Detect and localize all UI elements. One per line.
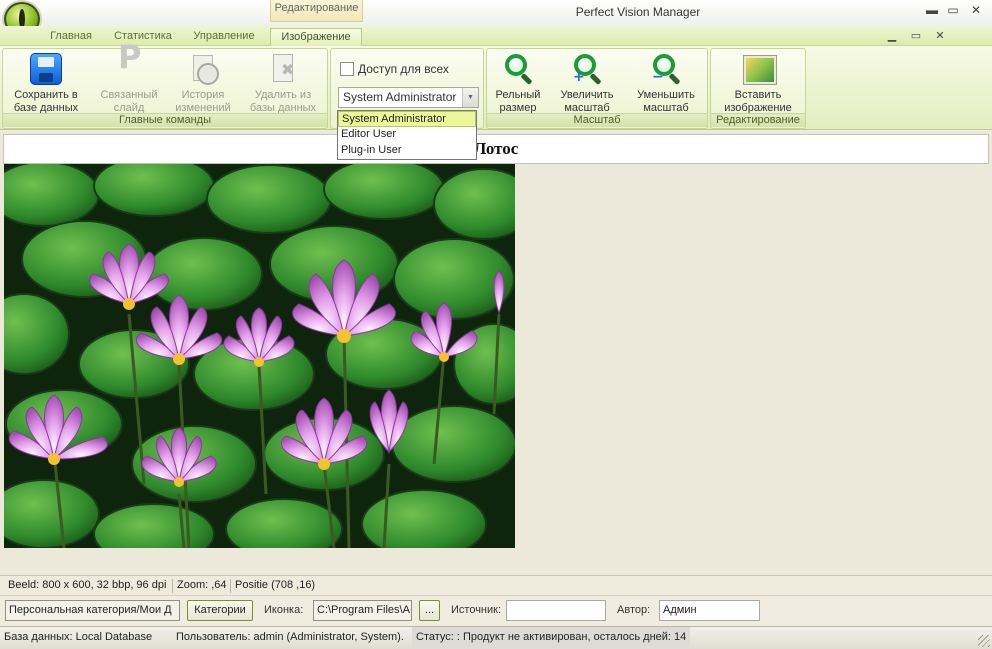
title-bar: Редактирование Perfect Vision Manager ▬ … xyxy=(0,0,992,36)
insert-picture-label: Вставить изображение xyxy=(724,89,792,114)
zoom-info: Zoom: ,64 xyxy=(177,579,227,591)
user-select[interactable]: System Administrator ▼ xyxy=(338,87,479,108)
ribbon: Сохранить в базе данных Связанный слайд … xyxy=(0,46,992,130)
browse-icon-button[interactable]: ... xyxy=(419,600,440,621)
delete-icon xyxy=(267,53,299,85)
main-commands-group-label: Главные команды xyxy=(3,113,327,127)
icon-label: Иконка: xyxy=(264,604,304,616)
minimize-window-button[interactable]: ▬ xyxy=(922,2,942,18)
main-commands-group: Сохранить в базе данных Связанный слайд … xyxy=(2,48,328,129)
properties-bar: Персональная категория/Мои Д Категории И… xyxy=(0,595,992,626)
tab-management[interactable]: Управление xyxy=(186,28,262,46)
categories-button[interactable]: Категории xyxy=(187,600,253,621)
zoom-out-button[interactable]: − Уменьшить масштаб xyxy=(627,51,705,115)
actual-size-button[interactable]: Рельный размер xyxy=(489,51,547,115)
save-icon xyxy=(30,53,62,85)
source-label: Источник: xyxy=(451,604,502,616)
author-field[interactable]: Админ xyxy=(659,600,760,621)
linked-slide-icon xyxy=(113,51,145,85)
status-user: Пользователь: admin (Administrator, Syst… xyxy=(176,631,404,643)
user-dropdown-list: System Administrator Editor User Plug-in… xyxy=(337,110,477,160)
zoom-in-button[interactable]: + Увеличить масштаб xyxy=(551,51,623,115)
maximize-window-button[interactable]: ▭ xyxy=(943,2,963,18)
author-label: Автор: xyxy=(617,604,651,616)
icon-path-field[interactable]: C:\Program Files\A xyxy=(313,600,412,621)
divider xyxy=(172,579,173,593)
cursor-position-info: Positie (708 ,16) xyxy=(235,579,316,591)
delete-from-database-label: Удалить из базы данных xyxy=(249,89,317,114)
change-history-label: История изменений xyxy=(175,89,231,114)
user-select-value: System Administrator xyxy=(343,90,457,104)
tab-home[interactable]: Главная xyxy=(42,28,100,46)
public-access-label: Доступ для всех xyxy=(358,62,449,76)
mdi-restore-button[interactable]: ▭ xyxy=(908,28,924,44)
save-to-database-button[interactable]: Сохранить в базе данных xyxy=(5,51,87,115)
insert-picture-icon xyxy=(742,53,776,85)
image-format-info: Beeld: 800 x 600, 32 bbp, 96 dpi xyxy=(8,579,167,591)
zoom-out-label: Уменьшить масштаб xyxy=(637,89,695,114)
zoom-out-icon: − xyxy=(650,53,682,86)
linked-slide-label: Связанный слайд xyxy=(100,89,158,114)
zoom-in-label: Увеличить масштаб xyxy=(560,89,614,114)
editing-group: Вставить изображение Редактирование xyxy=(710,48,806,129)
mdi-minimize-button[interactable]: ▁ xyxy=(884,28,900,44)
close-window-button[interactable]: ✕ xyxy=(966,2,986,18)
save-to-database-label: Сохранить в базе данных xyxy=(13,89,79,114)
context-tab-header: Редактирование xyxy=(270,0,363,22)
user-option-plugin[interactable]: Plug-in User xyxy=(338,143,476,159)
image-info-bar: Beeld: 800 x 600, 32 bbp, 96 dpi Zoom: ,… xyxy=(0,575,992,595)
resize-grip-icon[interactable] xyxy=(978,635,990,647)
chevron-down-icon[interactable]: ▼ xyxy=(462,88,478,107)
user-option-system-administrator[interactable]: System Administrator xyxy=(338,111,476,127)
ribbon-tab-row: Главная Статистика Управление Изображени… xyxy=(0,26,992,46)
linked-slide-button[interactable]: Связанный слайд xyxy=(91,51,167,115)
status-activation: Статус: : Продукт не активирован, остало… xyxy=(412,627,691,648)
status-database: База данных: Local Database xyxy=(4,631,153,643)
divider xyxy=(230,579,231,593)
category-field[interactable]: Персональная категория/Мои Д xyxy=(5,600,180,621)
window-title: Perfect Vision Manager xyxy=(575,5,701,19)
actual-size-icon xyxy=(502,53,534,86)
actual-size-label: Рельный размер xyxy=(495,89,541,114)
editing-group-label: Редактирование xyxy=(711,113,805,127)
user-option-editor[interactable]: Editor User xyxy=(338,127,476,143)
change-history-button[interactable]: История изменений xyxy=(167,51,239,115)
delete-from-database-button[interactable]: Удалить из базы данных xyxy=(241,51,325,115)
zoom-group-label: Масштаб xyxy=(487,113,707,127)
image-caption: Лотос xyxy=(3,134,989,164)
status-bar: База данных: Local Database Пользователь… xyxy=(0,626,992,649)
zoom-group: Рельный размер + Увеличить масштаб − Уме… xyxy=(486,48,708,129)
insert-picture-button[interactable]: Вставить изображение xyxy=(713,51,803,115)
image-viewer: Лотос xyxy=(0,131,992,575)
source-field[interactable] xyxy=(506,600,606,621)
public-access-checkbox[interactable] xyxy=(340,62,354,76)
zoom-in-icon: + xyxy=(571,53,603,86)
tab-image[interactable]: Изображение xyxy=(270,28,362,46)
mdi-close-button[interactable]: ✕ xyxy=(932,28,948,44)
water-lily-photo[interactable] xyxy=(4,164,515,548)
history-icon xyxy=(187,53,219,85)
